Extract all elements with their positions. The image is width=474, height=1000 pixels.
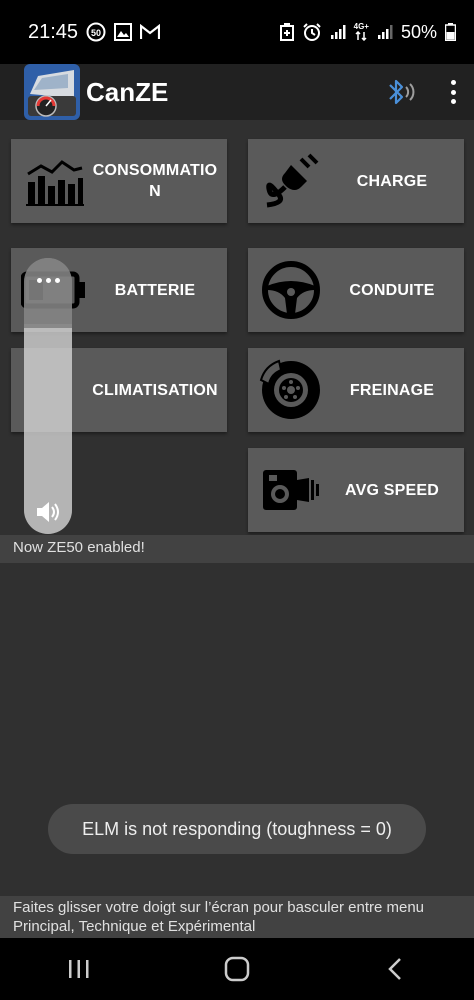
status-time: 21:45 [28, 20, 79, 43]
more-icon[interactable] [24, 258, 72, 328]
tile-label: BATTERIE [114, 281, 196, 299]
status-notice: Now ZE50 enabled! [0, 535, 474, 563]
tile-charge[interactable]: CHARGE [248, 139, 464, 223]
tile-label: CONSOMMATION [92, 162, 218, 200]
signal-icon [377, 24, 393, 40]
tile-avg-speed[interactable]: AVG SPEED [248, 448, 464, 532]
gmail-icon [140, 24, 161, 40]
tile-label: CONDUITE [349, 281, 435, 299]
home-icon[interactable] [207, 944, 267, 994]
battery-saver-icon [279, 23, 294, 41]
recent-apps-icon[interactable] [49, 944, 109, 994]
bluetooth-icon[interactable] [384, 76, 420, 108]
tile-freinage[interactable]: FREINAGE [248, 348, 464, 432]
navigation-bar [0, 938, 474, 1000]
battery-icon [445, 23, 456, 41]
alarm-icon [302, 22, 322, 42]
tile-label: CHARGE [356, 172, 428, 190]
steering-wheel-icon [256, 255, 326, 325]
speed-camera-icon [256, 455, 326, 525]
tile-label: FREINAGE [349, 381, 435, 399]
plug-icon [256, 146, 326, 216]
status-bar: 21:45 50 4G+ 50% [0, 0, 474, 64]
tile-label: CLIMATISATION [92, 381, 218, 399]
network-type: 4G+ [353, 22, 369, 31]
speaker-icon[interactable] [34, 498, 62, 526]
tile-label: AVG SPEED [345, 481, 439, 499]
tile-conduite[interactable]: CONDUITE [248, 248, 464, 332]
toast-message: ELM is not responding (toughness = 0) [48, 804, 426, 854]
4g-signal-icon: 4G+ [354, 23, 369, 41]
battery-percent: 50% [400, 21, 437, 42]
more-vert-icon[interactable] [444, 77, 462, 107]
app-title: CanZE [86, 76, 169, 107]
volume-slider[interactable] [24, 258, 72, 534]
consumption-chart-icon [19, 146, 89, 216]
svg-text:50: 50 [91, 28, 101, 38]
signal-icon [330, 24, 346, 40]
canze-logo [24, 64, 80, 120]
swipe-hint: Faites glisser votre doigt sur l’écran p… [0, 896, 474, 938]
app-bar: CanZE [0, 64, 474, 120]
brake-disc-icon [256, 355, 326, 425]
tile-consommation[interactable]: CONSOMMATION [11, 139, 227, 223]
gallery-icon [114, 23, 133, 41]
back-icon[interactable] [365, 944, 425, 994]
speed-limit-50-icon: 50 [86, 22, 106, 42]
